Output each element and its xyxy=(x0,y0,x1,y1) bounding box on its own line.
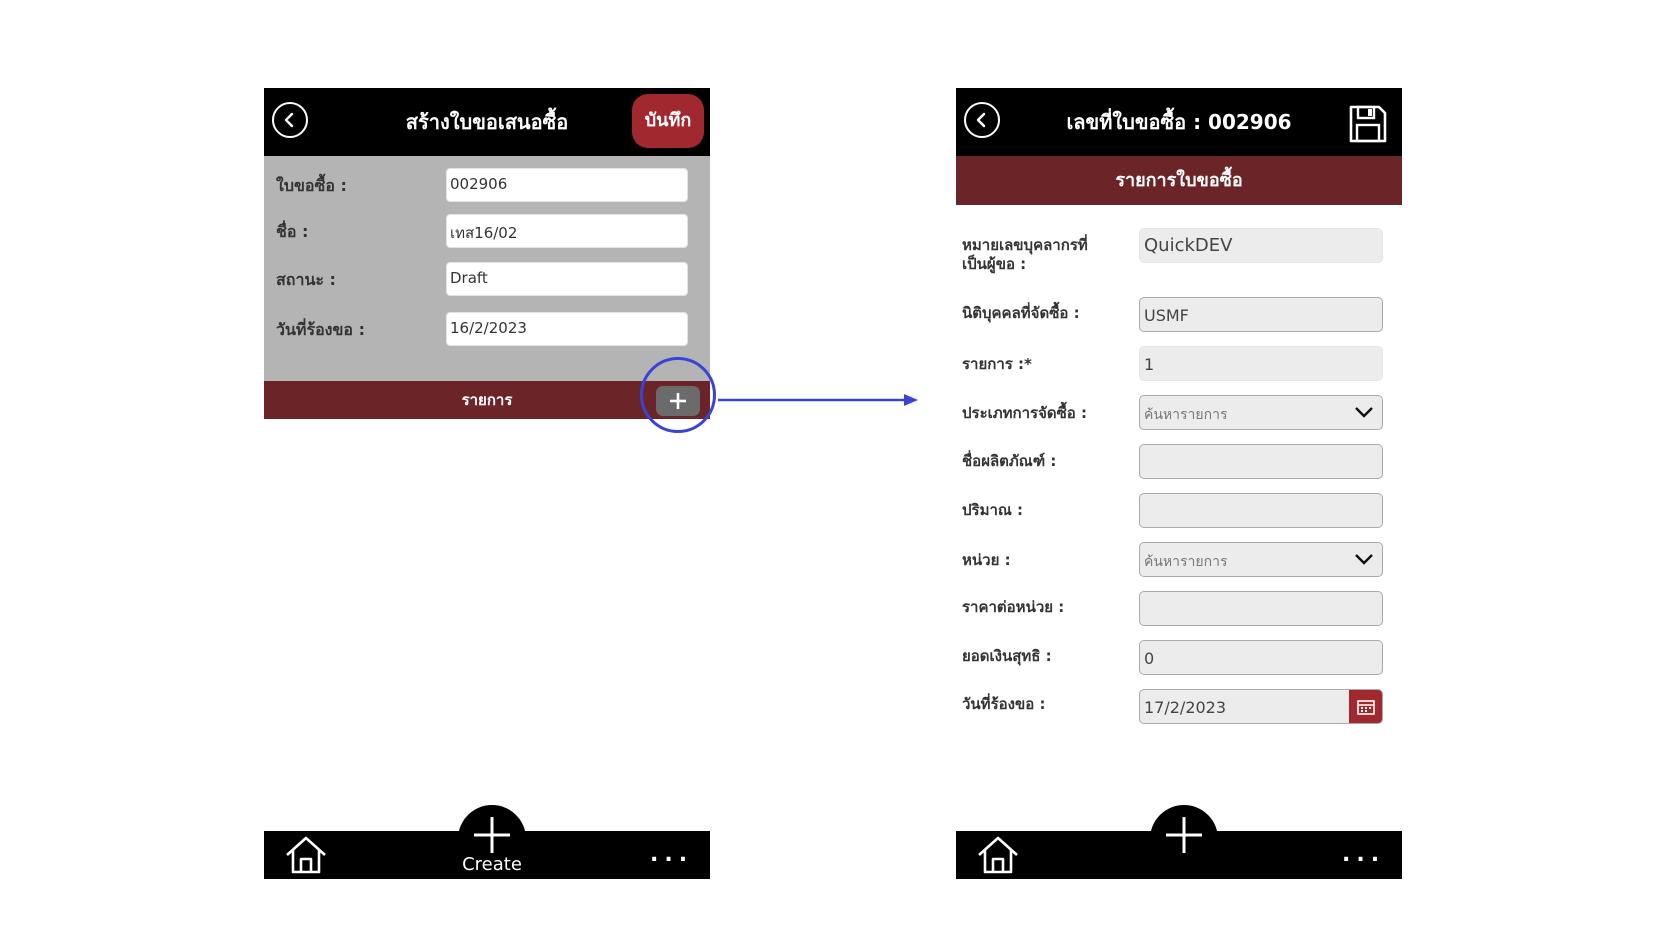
legal-entity-label: นิติบุคคลที่จัดซื้อ : xyxy=(962,304,1080,322)
home-icon[interactable] xyxy=(976,835,1020,875)
unit-price-field[interactable] xyxy=(1139,591,1383,626)
create-fab-button[interactable] xyxy=(1150,805,1218,873)
form-row-requisition: ใบขอซื้อ : 002906 xyxy=(264,168,710,204)
back-icon xyxy=(976,112,986,128)
unit-dropdown[interactable]: ค้นหารายการ xyxy=(1139,542,1383,577)
section-title: รายการใบขอซื้อ xyxy=(956,156,1402,205)
create-label[interactable]: Create xyxy=(434,854,550,875)
unit-placeholder: ค้นหารายการ xyxy=(1144,554,1228,570)
save-button[interactable]: บันทึก xyxy=(632,94,704,148)
header-form: ใบขอซื้อ : 002906 ชื่อ : เทส16/02 สถานะ … xyxy=(264,156,710,381)
product-name-label: ชื่อผลิตภัณฑ์ : xyxy=(962,452,1057,470)
highlight-circle xyxy=(640,357,716,433)
net-amount-field[interactable]: 0 xyxy=(1139,640,1383,675)
net-amount-label: ยอดเงินสุทธิ : xyxy=(962,647,1052,665)
quantity-field[interactable] xyxy=(1139,493,1383,528)
procurement-category-placeholder: ค้นหารายการ xyxy=(1144,407,1228,423)
unit-price-label: ราคาต่อหน่วย : xyxy=(962,598,1065,616)
chevron-down-icon[interactable] xyxy=(1354,405,1374,419)
top-bar: เลขที่ใบขอซื้อ : 002906 xyxy=(956,88,1402,156)
form-row-status: สถานะ : Draft xyxy=(264,262,710,298)
plus-icon xyxy=(474,817,510,853)
requisition-number-field[interactable]: 002906 xyxy=(446,168,688,202)
plus-icon xyxy=(1166,817,1202,853)
procurement-category-label: ประเภทการจัดซื้อ : xyxy=(962,404,1088,422)
requester-label-line1: หมายเลขบุคลากรที่ xyxy=(962,236,1088,254)
page-title: เลขที่ใบขอซื้อ : 002906 xyxy=(1066,110,1292,134)
requester-label: หมายเลขบุคลากรที่ เป็นผู้ขอ : xyxy=(962,236,1088,274)
arrow-right-icon xyxy=(718,394,918,406)
line-number-label: รายการ :* xyxy=(962,355,1032,373)
top-bar: สร้างใบขอเสนอซื้อ บันทึก xyxy=(264,88,710,156)
back-button[interactable] xyxy=(964,102,1000,138)
create-requisition-screen: สร้างใบขอเสนอซื้อ บันทึก ใบขอซื้อ : 0029… xyxy=(264,88,710,879)
form-row-name: ชื่อ : เทส16/02 xyxy=(264,214,710,250)
product-name-field[interactable] xyxy=(1139,444,1383,479)
unit-label: หน่วย : xyxy=(962,551,1011,569)
more-icon[interactable]: ... xyxy=(650,842,693,867)
status-field[interactable]: Draft xyxy=(446,262,688,296)
request-date-label: วันที่ร้องขอ : xyxy=(276,320,365,339)
chevron-down-icon[interactable] xyxy=(1354,552,1374,566)
requisition-line-screen: เลขที่ใบขอซื้อ : 002906 รายการใบขอซื้อ ห… xyxy=(956,88,1402,879)
page-title: สร้างใบขอเสนอซื้อ xyxy=(405,110,569,134)
status-label: สถานะ : xyxy=(276,270,336,289)
request-date-field[interactable]: 17/2/2023 xyxy=(1139,689,1383,724)
line-number-field[interactable]: 1 xyxy=(1139,346,1383,381)
request-date-value: 17/2/2023 xyxy=(1144,698,1227,717)
name-label: ชื่อ : xyxy=(276,222,309,241)
back-icon xyxy=(284,112,294,128)
procurement-category-dropdown[interactable]: ค้นหารายการ xyxy=(1139,395,1383,430)
name-field[interactable]: เทส16/02 xyxy=(446,214,688,248)
calendar-icon xyxy=(1357,699,1375,715)
more-icon[interactable]: ... xyxy=(1342,842,1385,867)
legal-entity-field[interactable]: USMF xyxy=(1139,297,1383,332)
form-row-request-date: วันที่ร้องขอ : 16/2/2023 xyxy=(264,312,710,348)
request-date-field[interactable]: 16/2/2023 xyxy=(446,312,688,346)
requisition-label: ใบขอซื้อ : xyxy=(276,176,347,195)
requester-field[interactable]: QuickDEV xyxy=(1139,228,1383,263)
back-button[interactable] xyxy=(272,102,308,138)
request-date-label: วันที่ร้องขอ : xyxy=(962,695,1046,713)
save-icon[interactable] xyxy=(1348,104,1388,144)
quantity-label: ปริมาณ : xyxy=(962,501,1024,519)
calendar-button[interactable] xyxy=(1349,690,1382,723)
home-icon[interactable] xyxy=(284,835,328,875)
requester-label-line2: เป็นผู้ขอ : xyxy=(962,255,1027,273)
